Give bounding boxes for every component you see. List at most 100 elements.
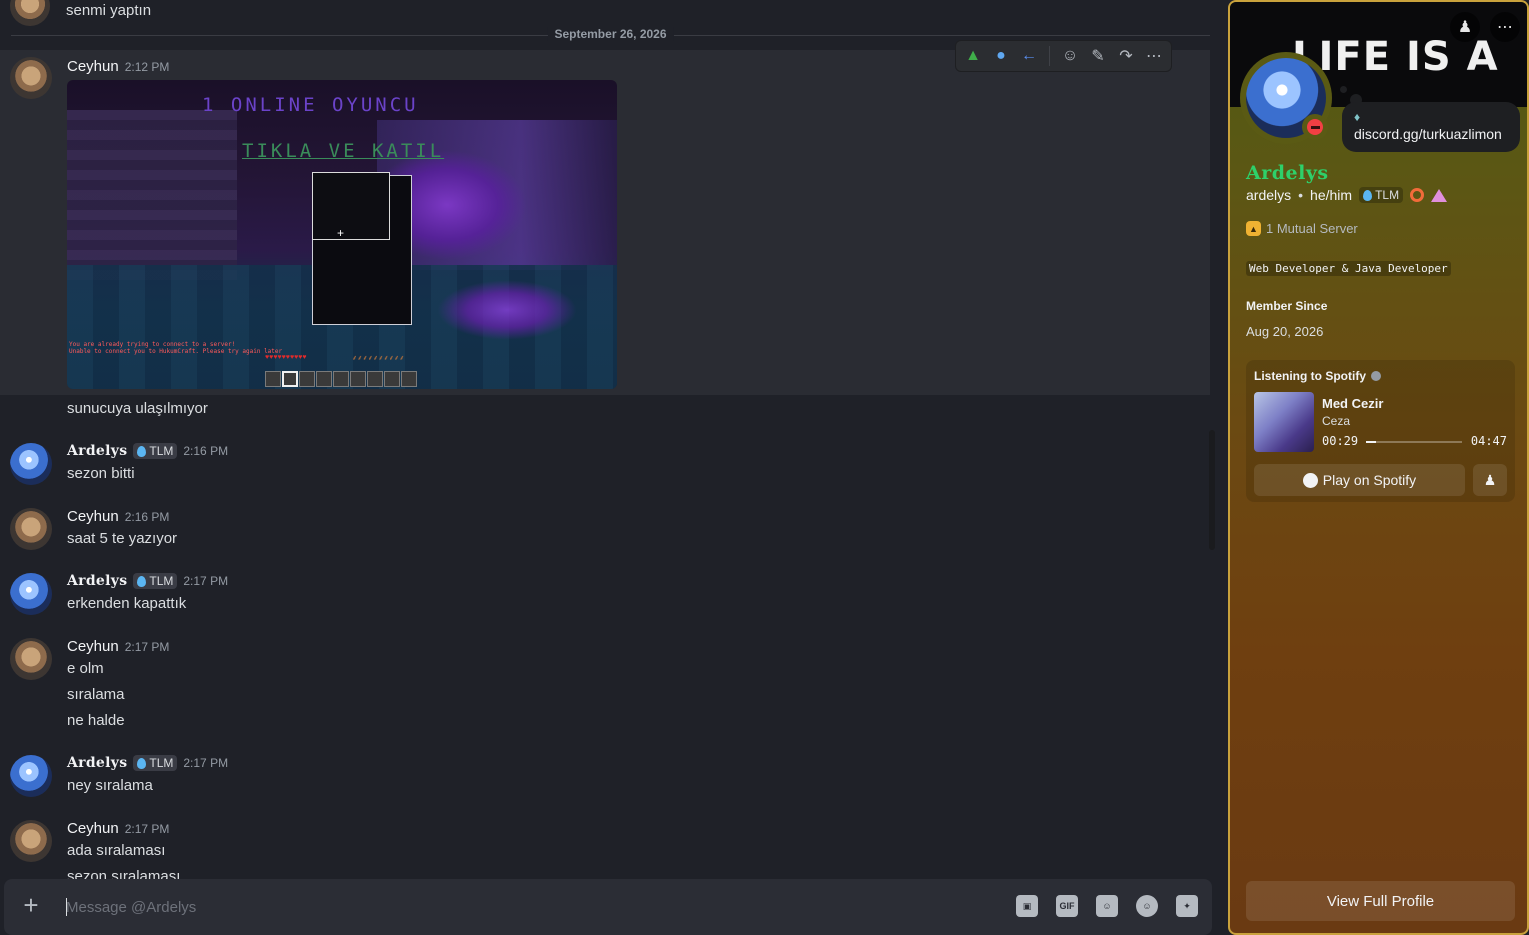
dnd-dot: [1307, 119, 1323, 135]
message-text: sezon sıralaması: [67, 868, 181, 879]
timestamp: 2:12 PM: [124, 59, 170, 74]
message-group[interactable]: Ardelys TLM 2:17 PM erkenden kapattık: [0, 568, 1210, 624]
quest-badge-icon[interactable]: [1410, 188, 1425, 202]
hotbar-slot: [299, 371, 315, 387]
water-drop-icon: [137, 575, 147, 587]
author-name[interactable]: Ceyhun: [67, 638, 119, 655]
more-icon[interactable]: ⋯: [1143, 45, 1165, 67]
timestamp: 2:17 PM: [183, 756, 229, 770]
song-title[interactable]: Med Cezir: [1322, 396, 1383, 411]
date-divider: September 26, 2026: [11, 27, 1210, 41]
discord-app: senmi yaptın September 26, 2026 Ceyhun 2…: [0, 0, 1529, 935]
avatar[interactable]: [10, 820, 52, 862]
avatar[interactable]: [10, 508, 52, 550]
left-arrow-emoji-icon[interactable]: ←: [1018, 45, 1040, 67]
custom-status[interactable]: discord.gg/turkuazlimon: [1354, 126, 1502, 142]
message-text: e olm: [67, 660, 104, 677]
avatar[interactable]: [10, 755, 52, 797]
author-name[interactable]: Ceyhun: [67, 58, 119, 75]
image-attachment[interactable]: 1 ONLINE OYUNCU TIKLA VE KATIL + You are…: [67, 80, 617, 389]
message-group[interactable]: Ceyhun 2:16 PM saat 5 te yazıyor: [0, 503, 1210, 559]
guild-tag[interactable]: TLM: [133, 573, 178, 589]
avatar[interactable]: [10, 0, 50, 26]
add-friend-icon[interactable]: ♟: [1450, 12, 1480, 42]
avatar[interactable]: [10, 638, 52, 680]
guild-tag[interactable]: TLM: [133, 755, 178, 771]
timestamp: 2:17 PM: [183, 574, 229, 588]
date-divider-label: September 26, 2026: [547, 27, 674, 41]
composer-actions: ▣ GIF ☺ ☺ ✦: [1016, 895, 1198, 917]
toolbar-divider: [1049, 46, 1050, 66]
user-profile-panel: LIFE IS A ♟ ⋯ ♦ discord.gg/turkuazlimon …: [1228, 0, 1529, 935]
hotbar: [265, 371, 417, 387]
progress-bar: [1366, 441, 1462, 443]
avatar[interactable]: [10, 57, 52, 99]
guild-tag[interactable]: TLM: [133, 443, 178, 459]
text-caret: [66, 898, 67, 916]
author-name[interactable]: Ardelys: [67, 755, 127, 771]
avatar[interactable]: [10, 573, 52, 615]
game-wall: [67, 110, 237, 280]
author-name[interactable]: Ardelys: [67, 443, 127, 459]
water-drop-icon: [137, 445, 147, 457]
scrollbar[interactable]: [1209, 430, 1215, 550]
author-name[interactable]: Ceyhun: [67, 508, 119, 525]
artist-name[interactable]: Ceza: [1322, 414, 1350, 428]
view-full-profile-button[interactable]: View Full Profile: [1246, 881, 1515, 921]
dinosaur-emoji-icon[interactable]: ▲: [962, 45, 984, 67]
add-reaction-icon[interactable]: ☺: [1059, 45, 1081, 67]
sticker-icon[interactable]: ☺: [1096, 895, 1118, 917]
avatar[interactable]: [10, 443, 52, 485]
chat-pane: senmi yaptın September 26, 2026 Ceyhun 2…: [0, 0, 1228, 935]
progress-fill: [1366, 441, 1376, 443]
message-text: saat 5 te yazıyor: [67, 530, 178, 547]
message-input[interactable]: [66, 895, 966, 919]
bio: Web Developer & Java Developer: [1246, 261, 1451, 276]
guild-tag-label: TLM: [149, 756, 174, 770]
message-text: ada sıralaması: [67, 842, 166, 859]
message-group[interactable]: Ardelys TLM 2:16 PM sezon bitti: [0, 438, 1210, 494]
guild-tag-label: TLM: [149, 444, 174, 458]
member-since-date: Aug 20, 2026: [1246, 324, 1324, 339]
more-icon[interactable]: ⋯: [1490, 12, 1520, 42]
message-toolbar: ▲ ● ← ☺ ✎ ↷ ⋯: [955, 40, 1172, 72]
member-since-label: Member Since: [1246, 299, 1328, 313]
message-text: senmi yaptın: [66, 1, 152, 19]
info-icon[interactable]: [1371, 371, 1381, 381]
gif-icon[interactable]: GIF: [1056, 895, 1078, 917]
message-group[interactable]: Ceyhun 2:17 PM e olm sıralama ne halde: [0, 633, 1210, 743]
author-name[interactable]: Ardelys: [67, 573, 127, 589]
message-group[interactable]: Ardelys TLM 2:17 PM ney sıralama: [0, 750, 1210, 806]
cold-face-emoji-icon[interactable]: ●: [990, 45, 1012, 67]
username: ardelys: [1246, 187, 1292, 203]
emoji-icon[interactable]: ☺: [1136, 895, 1158, 917]
crosshair-icon: +: [337, 226, 345, 240]
server-icon: ▲: [1246, 221, 1261, 236]
message-group[interactable]: Ceyhun 2:17 PM ada sıralaması sezon sıra…: [0, 815, 1210, 879]
timestamp: 2:16 PM: [183, 444, 229, 458]
message-group[interactable]: Ceyhun 2:12 PM ▲ ● ← ☺ ✎ ↷ ⋯ 1 ONLINE OY…: [0, 40, 1210, 395]
timestamp: 2:17 PM: [124, 639, 170, 654]
edit-icon[interactable]: ✎: [1087, 45, 1109, 67]
apps-icon[interactable]: ✦: [1176, 895, 1198, 917]
forward-icon[interactable]: ↷: [1115, 45, 1137, 67]
play-on-spotify-button[interactable]: Play on Spotify: [1254, 464, 1465, 496]
nitro-badge-icon[interactable]: [1431, 188, 1448, 202]
mutual-servers[interactable]: ▲ 1 Mutual Server: [1246, 221, 1358, 236]
health-bar: ♥♥♥♥♥♥♥♥♥♥: [265, 354, 307, 361]
activity-label: Listening to Spotify: [1254, 369, 1366, 383]
water-drop-icon: [1363, 189, 1373, 201]
guild-tag[interactable]: TLM: [1359, 187, 1404, 203]
listen-along-icon[interactable]: ♟: [1473, 464, 1507, 496]
handle-row: ardelys • he/him TLM: [1246, 187, 1448, 203]
status-bubble-tail: [1340, 86, 1347, 93]
hunger-bar: ⸙⸙⸙⸙⸙⸙⸙⸙⸙⸙: [352, 355, 405, 362]
hotbar-slot: [367, 371, 383, 387]
gift-icon[interactable]: ▣: [1016, 895, 1038, 917]
plus-icon[interactable]: +: [18, 892, 44, 919]
guild-tag-label: TLM: [1375, 188, 1400, 202]
album-art[interactable]: [1254, 392, 1314, 452]
message-text: sunucuya ulaşılmıyor: [67, 400, 208, 417]
track-duration: 04:47: [1470, 434, 1507, 448]
author-name[interactable]: Ceyhun: [67, 820, 119, 837]
